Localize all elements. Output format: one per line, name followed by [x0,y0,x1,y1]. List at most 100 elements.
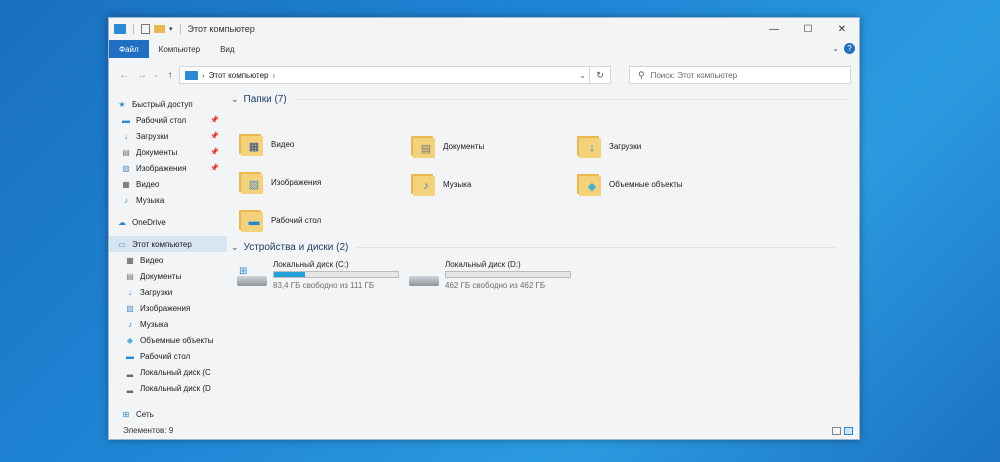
sidebar-item-label: Документы [140,271,182,281]
window-controls: — ☐ ✕ [757,18,859,40]
folder-item[interactable]: ▬ Рабочий стол [239,208,321,232]
video-icon: ▦ [126,255,134,265]
sidebar-item[interactable]: ⊞ Сеть [109,406,227,422]
minimize-button[interactable]: — [757,18,791,40]
address-dropdown-icon[interactable]: ⌄ [579,71,586,80]
sidebar-item[interactable]: ↓ Загрузки [109,284,227,300]
hard-drive-icon [409,266,439,292]
music-folder-icon: ♪ [411,172,437,196]
sidebar-item[interactable]: ★ Быстрый доступ [109,96,227,112]
sidebar-item-label: Видео [140,255,164,265]
pin-icon: 📌 [210,165,219,172]
sidebar-item[interactable]: ▨ Изображения 📌 [109,160,227,176]
drive-usage-bar [445,271,571,278]
back-arrow-icon[interactable]: ← [115,70,133,81]
sidebar-item[interactable]: ◆ Объемные объекты [109,332,227,348]
document-icon: ▤ [122,147,130,157]
folder-item[interactable]: ◆ Объемные объекты [577,172,683,196]
sidebar-item[interactable]: ▬ Рабочий стол 📌 [109,112,227,128]
folder-item[interactable]: ▦ Видео [239,132,294,156]
ribbon-tabs: Файл Компьютер Вид ⌄ ? [109,40,859,58]
recent-locations-icon[interactable]: ⌄ [151,71,161,79]
new-folder-icon[interactable] [154,25,165,33]
sidebar-item-label: Музыка [136,195,165,205]
title-bar: ▾ Этот компьютер — ☐ ✕ [109,18,859,40]
network-icon: ⊞ [122,409,130,419]
sidebar-item[interactable]: ♪ Музыка [109,316,227,332]
pin-icon: 📌 [210,149,219,156]
sidebar-item[interactable]: ☁ OneDrive [109,214,227,230]
folder-label: Загрузки [609,141,642,151]
expand-ribbon-icon[interactable]: ⌄ [832,44,839,53]
sidebar-item[interactable]: ▦ Видео [109,252,227,268]
help-icon[interactable]: ? [844,43,855,54]
hard-drive-icon: ⊞ [237,266,267,292]
sidebar-item-label: Музыка [140,319,169,329]
computer-icon: ▭ [118,239,126,249]
sidebar-item[interactable]: ▦ Видео [109,176,227,192]
sidebar-item-label: Локальный диск (D [140,383,211,393]
desktop-icon: ▬ [122,115,130,125]
pin-icon: 📌 [210,117,219,124]
drive-free-space: 83,4 ГБ свободно из 111 ГБ [273,281,375,290]
sidebar-item-label: Объемные объекты [140,335,214,345]
tab-view[interactable]: Вид [210,40,244,58]
video-icon: ▦ [122,179,130,189]
sidebar-item[interactable]: ↓ Загрузки 📌 [109,128,227,144]
drives-section-header[interactable]: ⌄ Устройства и диски (2) [231,242,837,253]
sidebar-item[interactable]: ▂ Локальный диск (D [109,380,227,396]
tab-computer[interactable]: Компьютер [149,40,210,58]
sidebar-item[interactable]: ▤ Документы [109,268,227,284]
properties-icon[interactable] [141,24,150,34]
search-input[interactable]: ⚲ Поиск: Этот компьютер [629,66,851,84]
folder-item[interactable]: ▨ Изображения [239,170,321,194]
pictures-folder-icon: ▨ [239,170,265,194]
folder-item[interactable]: ↓ Загрузки [577,134,641,158]
folders-section-title: Папки (7) [243,94,287,105]
music-icon: ♪ [124,195,128,205]
divider [133,24,134,34]
breadcrumb-chevron-icon[interactable]: › [273,71,276,80]
sidebar-item-label: Локальный диск (C [140,367,211,377]
large-icons-view-icon[interactable] [844,427,853,435]
maximize-button[interactable]: ☐ [791,18,825,40]
address-bar[interactable]: › Этот компьютер › ⌄ ↻ [179,66,611,84]
sidebar-item[interactable]: ▭ Этот компьютер [109,236,227,252]
sidebar-item[interactable]: ▨ Изображения [109,300,227,316]
folder-item[interactable]: ♪ Музыка [411,172,471,196]
sidebar-item-label: Загрузки [140,287,173,297]
folders-section-header[interactable]: ⌄ Папки (7) [231,94,847,105]
sidebar-item-label: Сеть [136,409,154,419]
folder-item[interactable]: ▤ Документы [411,134,484,158]
divider [356,247,837,248]
navigation-pane: ★ Быстрый доступ ▬ Рабочий стол 📌 ↓ Загрузки 📌 ▤… [109,96,227,419]
sidebar-item[interactable]: ▤ Документы 📌 [109,144,227,160]
divider [294,99,847,100]
chevron-down-icon[interactable]: ▾ [169,25,173,33]
drive-item[interactable]: ⊞ Локальный диск (C:) 83,4 ГБ свободно из … [237,260,399,292]
breadcrumb-chevron-icon[interactable]: › [202,71,205,80]
drive-icon: ▂ [126,367,134,377]
3d-objects-folder-icon: ◆ [577,172,603,196]
sidebar-item-label: Рабочий стол [140,351,191,361]
forward-arrow-icon[interactable]: → [133,70,151,81]
sidebar-item[interactable]: ♪ Музыка [109,192,227,208]
drive-free-space: 462 ГБ свободно из 462 ГБ [445,281,546,290]
collapse-chevron-icon[interactable]: ⌄ [231,242,239,253]
collapse-chevron-icon[interactable]: ⌄ [231,94,239,105]
sidebar-item[interactable]: ▬ Рабочий стол [109,348,227,364]
drive-item[interactable]: Локальный диск (D:) 462 ГБ свободно из 46… [409,260,571,292]
cube-icon: ◆ [126,335,134,345]
sidebar-item[interactable]: ▂ Локальный диск (C [109,364,227,380]
sidebar-item-label: Изображения [136,163,187,173]
close-button[interactable]: ✕ [825,18,859,40]
details-view-icon[interactable] [832,427,841,435]
drive-usage-fill [274,272,305,277]
document-icon: ▤ [126,271,134,281]
refresh-button[interactable]: ↻ [589,67,610,83]
drive-usage-bar [273,271,399,278]
tab-file[interactable]: Файл [109,40,149,58]
breadcrumb-this-pc[interactable]: Этот компьютер [209,71,269,80]
star-icon: ★ [118,99,126,109]
up-arrow-icon[interactable]: ↑ [161,70,179,81]
